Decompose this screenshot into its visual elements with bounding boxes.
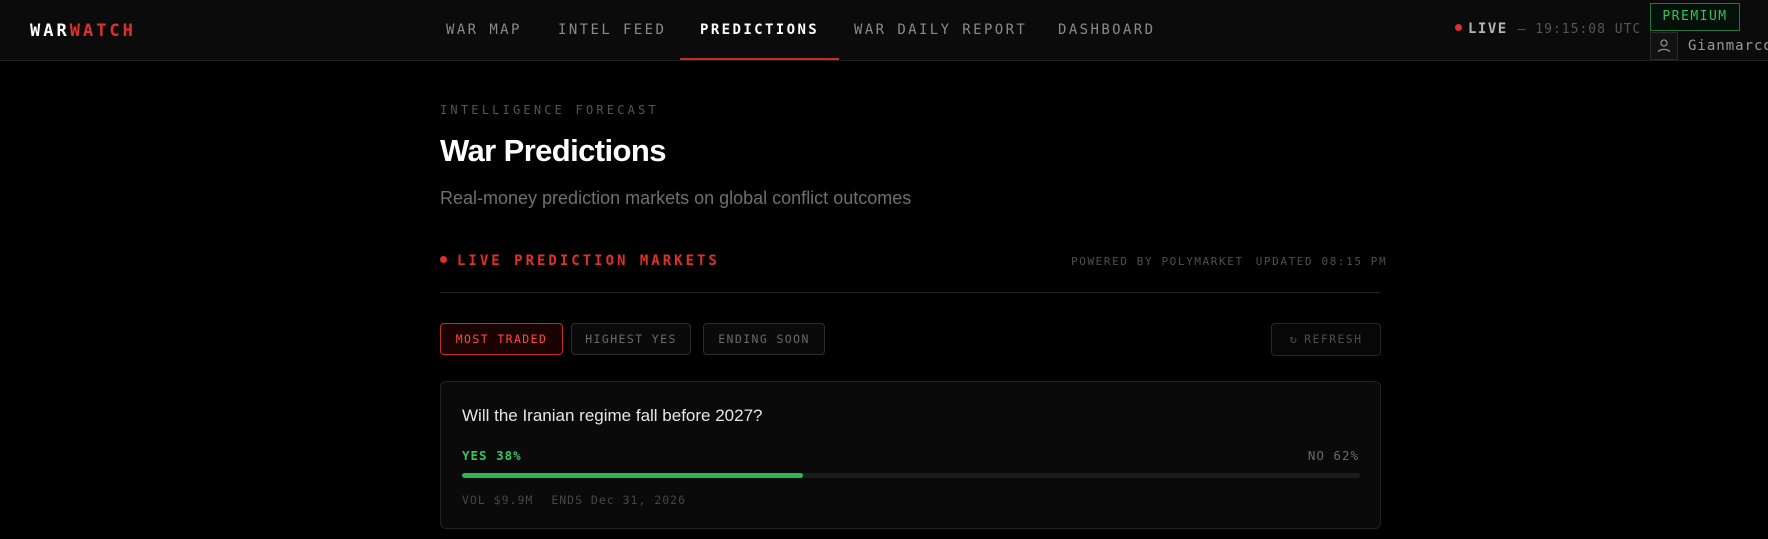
logo-text-accent: WATCH <box>69 21 136 41</box>
avatar[interactable] <box>1650 32 1678 60</box>
page-subtitle: Real-money prediction markets on global … <box>440 188 912 208</box>
refresh-label: REFRESH <box>1304 332 1363 346</box>
logo[interactable]: WARWATCH <box>30 21 136 41</box>
live-label: LIVE <box>1468 21 1508 37</box>
live-status: LIVE — 19:15:08 UTC <box>1455 21 1641 37</box>
filter-most-traded-button[interactable]: MOST TRADED <box>440 323 563 355</box>
user-name: Gianmarco <box>1688 38 1768 54</box>
section-divider <box>440 292 1381 293</box>
no-probability: NO 62% <box>1307 448 1359 463</box>
tab-war-map[interactable]: WAR MAP <box>446 0 522 59</box>
tab-dashboard[interactable]: DASHBOARD <box>1058 0 1155 59</box>
source-info: POWERED BY POLYMARKET UPDATED 08:15 PM <box>1071 255 1387 268</box>
tab-war-daily-report[interactable]: WAR DAILY REPORT <box>854 0 1027 59</box>
market-meta: VOL $9.9M ENDS Dec 31, 2026 <box>462 493 686 507</box>
user-menu[interactable]: Gianmarco <box>1650 32 1768 60</box>
live-dot-icon <box>440 256 447 263</box>
section-title-text: LIVE PREDICTION MARKETS <box>457 253 720 269</box>
refresh-button[interactable]: ↻ REFRESH <box>1271 323 1381 356</box>
page-eyebrow: INTELLIGENCE FORECAST <box>440 103 659 117</box>
filter-highest-yes-button[interactable]: HIGHEST YES <box>571 323 691 355</box>
yes-probability: YES 38% <box>462 448 522 463</box>
market-card[interactable]: Will the Iranian regime fall before 2027… <box>440 381 1381 529</box>
filter-ending-soon-button[interactable]: ENDING SOON <box>703 323 825 355</box>
logo-text-primary: WAR <box>30 21 70 41</box>
page-title: War Predictions <box>440 133 666 168</box>
updated-time: UPDATED 08:15 PM <box>1255 255 1388 268</box>
tab-predictions[interactable]: PREDICTIONS <box>680 0 840 60</box>
market-question: Will the Iranian regime fall before 2027… <box>462 406 763 425</box>
tab-intel-feed[interactable]: INTEL FEED <box>558 0 666 59</box>
powered-by-label: POWERED BY POLYMARKET <box>1071 255 1244 268</box>
live-dot-icon <box>1455 24 1462 31</box>
probability-bar-fill <box>462 473 804 478</box>
premium-badge[interactable]: PREMIUM <box>1650 3 1740 31</box>
top-navigation-bar: WARWATCH WAR MAP INTEL FEED PREDICTIONS … <box>0 0 1768 61</box>
live-clock: — 19:15:08 UTC <box>1517 22 1642 37</box>
market-end-date: ENDS Dec 31, 2026 <box>551 493 687 507</box>
section-title: LIVE PREDICTION MARKETS <box>440 253 720 269</box>
refresh-icon: ↻ <box>1289 332 1299 346</box>
user-icon <box>1657 39 1671 53</box>
probability-bar <box>462 473 1360 478</box>
market-volume: VOL $9.9M <box>462 493 534 507</box>
